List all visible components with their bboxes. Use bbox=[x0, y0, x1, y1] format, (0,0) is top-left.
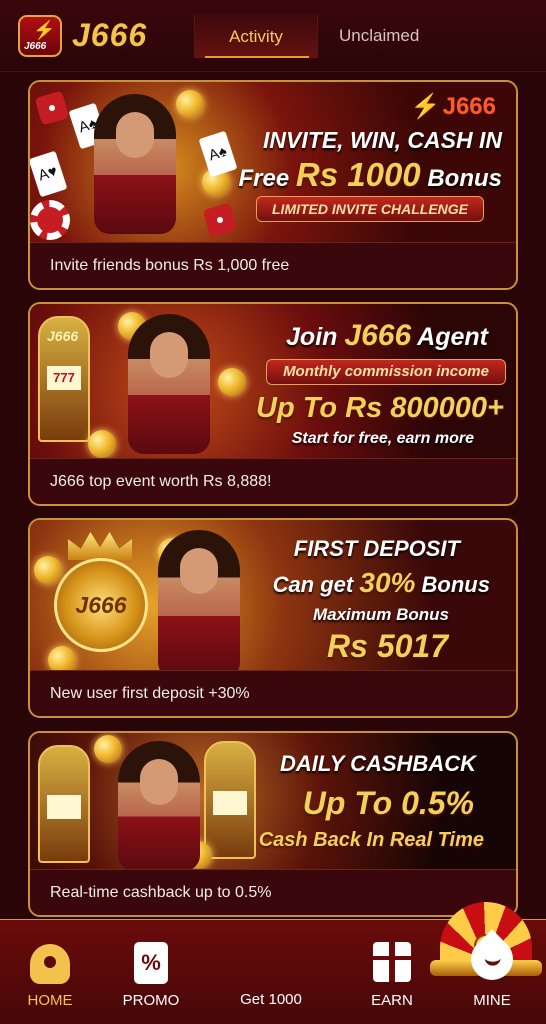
bonus-suffix: Bonus bbox=[421, 572, 490, 597]
first-deposit-banner: J666 FIRST DEPOSIT Can get 30% Bonus Max… bbox=[30, 520, 516, 684]
card-caption: J666 top event worth Rs 8,888! bbox=[30, 458, 516, 504]
bonus-percent: 30% bbox=[359, 567, 416, 598]
nav-earn[interactable]: EARN bbox=[360, 920, 424, 1024]
model-face bbox=[150, 332, 188, 378]
agent-headline: Join J666 Agent bbox=[286, 319, 488, 353]
nav-mine[interactable]: MINE bbox=[460, 920, 524, 1024]
nav-mine-label: MINE bbox=[473, 992, 511, 1009]
max-bonus-label: Maximum Bonus bbox=[312, 605, 449, 624]
deposit-headline: FIRST DEPOSIT bbox=[293, 536, 460, 561]
card-caption: New user first deposit +30% bbox=[30, 670, 516, 716]
nav-home[interactable]: HOME bbox=[10, 920, 90, 1024]
promo-model bbox=[94, 94, 176, 234]
top-header: ⚡ J666 J666 Activity Unclaimed bbox=[0, 0, 546, 72]
logo-text: J666 bbox=[24, 41, 47, 52]
nav-home-label: HOME bbox=[27, 992, 73, 1009]
headline-brand: J666 bbox=[344, 319, 412, 352]
nav-earn-label: EARN bbox=[371, 992, 413, 1009]
casino-chip-icon bbox=[30, 200, 70, 240]
j666-logo: ⚡ J666 bbox=[18, 15, 62, 57]
nav-get-label: Get 1000 bbox=[240, 991, 302, 1008]
promo-model bbox=[158, 530, 240, 678]
cashback-amount: Up To 0.5% bbox=[302, 785, 474, 821]
slot-machine-icon: J666 777 bbox=[38, 316, 90, 442]
slot-screen bbox=[47, 795, 81, 819]
cashback-headline: DAILY CASHBACK bbox=[280, 751, 476, 776]
playing-card-icon: A♠ bbox=[198, 130, 238, 178]
gold-coin-icon bbox=[88, 430, 116, 458]
bonus-suffix: Bonus bbox=[427, 165, 502, 192]
model-face bbox=[140, 759, 178, 805]
gold-coin-icon bbox=[34, 556, 62, 584]
spade-home-icon bbox=[30, 944, 70, 984]
model-face bbox=[116, 112, 154, 158]
cashback-banner: DAILY CASHBACK Up To 0.5% Cash Back In R… bbox=[30, 733, 516, 873]
tab-activity-label: Activity bbox=[229, 27, 283, 46]
bonus-amount: Rs 1000 bbox=[295, 156, 421, 193]
brand-title: J666 bbox=[72, 17, 148, 53]
cashback-subtext: Cash Back In Real Time bbox=[258, 829, 484, 851]
banner-brand: ⚡J666 bbox=[411, 92, 498, 121]
slot-sign: J666 bbox=[47, 328, 79, 344]
monthly-commission-pill: Monthly commission income bbox=[266, 359, 506, 385]
invite-headline: INVITE, WIN, CASH IN bbox=[263, 127, 502, 153]
dice-icon bbox=[34, 90, 70, 126]
card-caption: Invite friends bonus Rs 1,000 free bbox=[30, 242, 516, 288]
max-bonus-amount: Rs 5017 bbox=[327, 628, 448, 664]
gold-coin-icon bbox=[94, 735, 122, 763]
slot-screen: 777 bbox=[47, 366, 81, 390]
playing-card-icon: A♥ bbox=[30, 150, 68, 198]
lightning-icon: ⚡ bbox=[410, 93, 441, 120]
deposit-bonus-line: Can get 30% Bonus bbox=[273, 567, 490, 599]
nav-get-1000[interactable]: Get 1000 bbox=[215, 902, 542, 1024]
tab-activity[interactable]: Activity bbox=[194, 14, 318, 58]
invite-promo-card[interactable]: A♠ A♥ A♠ ⚡J666 INVITE, WIN, CASH IN Free… bbox=[28, 80, 518, 290]
invite-bonus-line: Free Rs 1000 Bonus bbox=[239, 156, 502, 194]
agent-banner: J666 777 Join J666 Agent Monthly commiss… bbox=[30, 304, 516, 468]
j666-coin-emblem: J666 bbox=[54, 558, 148, 652]
crown-icon bbox=[68, 532, 132, 560]
gold-coin-icon bbox=[176, 90, 204, 118]
gold-coin-icon bbox=[218, 368, 246, 396]
agent-amount: Up To Rs 800000+ bbox=[256, 392, 504, 424]
promo-model bbox=[118, 741, 200, 871]
bonus-prefix: Can get bbox=[272, 572, 354, 597]
headline-suffix: Agent bbox=[417, 323, 488, 351]
agent-subtext: Start for free, earn more bbox=[291, 430, 474, 447]
lightning-icon: ⚡ bbox=[33, 20, 56, 40]
banner-brand-text: J666 bbox=[442, 93, 496, 120]
active-tab-indicator bbox=[205, 56, 309, 58]
cashback-promo-card[interactable]: DAILY CASHBACK Up To 0.5% Cash Back In R… bbox=[28, 731, 518, 917]
invite-banner: A♠ A♥ A♠ ⚡J666 INVITE, WIN, CASH IN Free… bbox=[30, 82, 516, 246]
bottom-navigation: HOME % PROMO Get 1000 EARN MINE bbox=[0, 902, 546, 1024]
slot-machine-icon bbox=[204, 741, 256, 859]
slot-screen bbox=[213, 791, 247, 815]
slot-machine-icon bbox=[38, 745, 90, 863]
profile-drop-icon bbox=[462, 929, 522, 989]
limited-challenge-pill: LIMITED INVITE CHALLENGE bbox=[256, 196, 484, 222]
gift-icon bbox=[373, 942, 411, 982]
nav-promo-label: PROMO bbox=[122, 992, 180, 1009]
promo-model bbox=[128, 314, 210, 454]
bonus-prefix: Free bbox=[238, 165, 290, 192]
headline-prefix: Join bbox=[286, 323, 338, 351]
promo-ticket-icon: % bbox=[134, 942, 168, 984]
model-face bbox=[180, 548, 218, 594]
dice-icon bbox=[202, 202, 238, 238]
tab-unclaimed[interactable]: Unclaimed bbox=[339, 26, 419, 46]
agent-promo-card[interactable]: J666 777 Join J666 Agent Monthly commiss… bbox=[28, 302, 518, 506]
first-deposit-card[interactable]: J666 FIRST DEPOSIT Can get 30% Bonus Max… bbox=[28, 518, 518, 718]
nav-promo[interactable]: % PROMO bbox=[121, 920, 181, 1024]
